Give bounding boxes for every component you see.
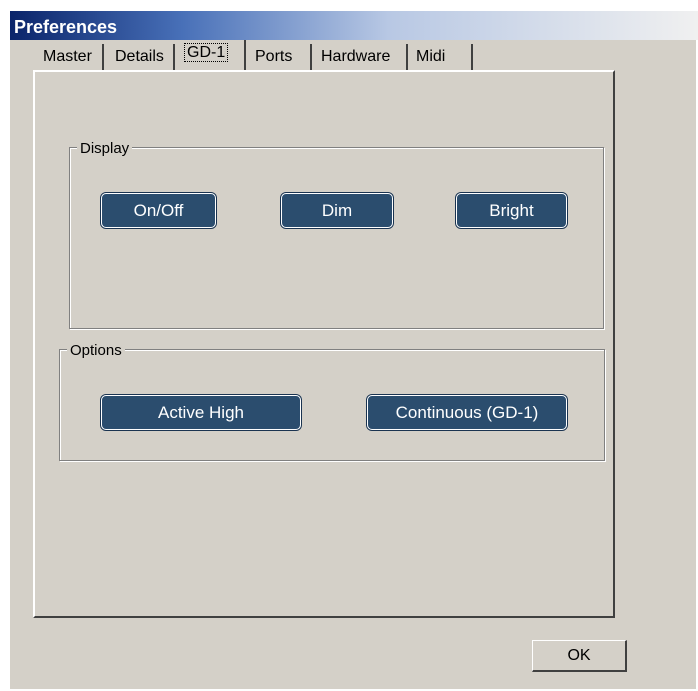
tab-details[interactable]: Details bbox=[110, 44, 175, 70]
active-high-button[interactable]: Active High bbox=[101, 395, 301, 430]
tab-label: Midi bbox=[416, 48, 446, 65]
tab-hardware[interactable]: Hardware bbox=[316, 44, 408, 70]
tab-label: Hardware bbox=[321, 48, 391, 65]
on-off-button[interactable]: On/Off bbox=[101, 193, 216, 228]
tab-label: Details bbox=[115, 48, 164, 65]
bright-button[interactable]: Bright bbox=[456, 193, 567, 228]
tab-midi[interactable]: Midi bbox=[411, 44, 473, 70]
tab-gd-1[interactable]: GD-1 bbox=[179, 40, 246, 71]
display-group-label: Display bbox=[77, 140, 133, 157]
window-title: Preferences bbox=[14, 17, 118, 37]
tab-master[interactable]: Master bbox=[38, 44, 104, 70]
display-group bbox=[69, 147, 604, 329]
tab-label: GD-1 bbox=[184, 43, 229, 62]
tab-ports[interactable]: Ports bbox=[250, 44, 312, 70]
dim-button[interactable]: Dim bbox=[281, 193, 393, 228]
title-bar[interactable]: Preferences bbox=[10, 11, 698, 40]
options-group-label: Options bbox=[67, 342, 125, 359]
tab-label: Master bbox=[43, 48, 92, 65]
continuous-gd-1-button[interactable]: Continuous (GD-1) bbox=[367, 395, 567, 430]
ok-button[interactable]: OK bbox=[532, 640, 627, 672]
tab-label: Ports bbox=[255, 48, 293, 65]
